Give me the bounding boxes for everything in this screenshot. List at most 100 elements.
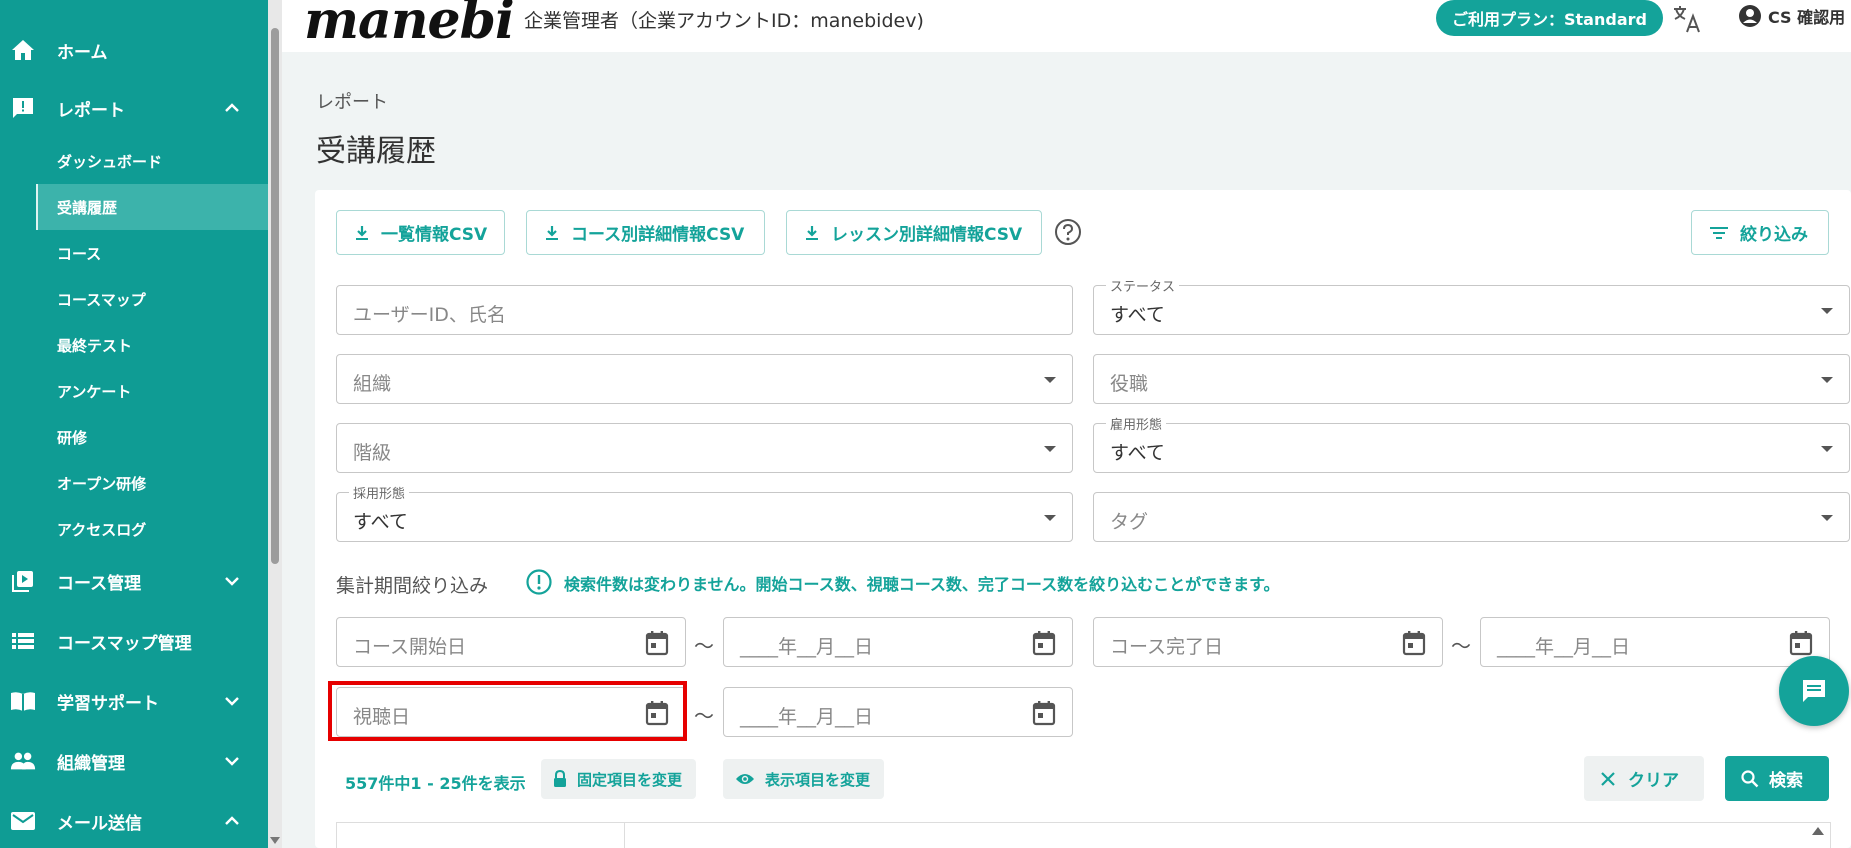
sidebar-item-label: レポート bbox=[57, 100, 125, 121]
report-icon bbox=[10, 95, 36, 121]
company-account: 企業管理者（企業アカウントID：manebidev) bbox=[524, 10, 924, 32]
sidebar-sub-open-training[interactable]: オープン研修 bbox=[0, 460, 268, 506]
sidebar-item-mail[interactable]: メール送信 bbox=[0, 793, 268, 848]
fixed-items-button[interactable]: 固定項目を変更 bbox=[541, 759, 697, 799]
home-icon bbox=[10, 37, 36, 63]
sidebar-item-home[interactable]: ホーム bbox=[0, 22, 268, 78]
highlight-box bbox=[328, 681, 687, 741]
hiring-type-select[interactable]: 採用形態 すべて bbox=[336, 483, 1073, 542]
course-start-date-end-input[interactable]: ____年__月__日 bbox=[723, 617, 1073, 667]
sidebar-item-label: コース管理 bbox=[57, 573, 142, 594]
sidebar-item-label: メール送信 bbox=[57, 813, 142, 834]
dropdown-arrow-icon bbox=[1044, 446, 1056, 452]
sidebar-sub-coursemap[interactable]: コースマップ bbox=[0, 276, 268, 322]
sidebar-sub-dashboard[interactable]: ダッシュボード bbox=[0, 138, 268, 184]
tag-select[interactable]: タグ bbox=[1093, 492, 1850, 542]
position-select[interactable]: 役職 bbox=[1093, 354, 1850, 404]
account-circle-icon bbox=[1739, 5, 1761, 27]
download-icon bbox=[356, 225, 368, 240]
sidebar-scrollbar[interactable] bbox=[268, 0, 282, 848]
chat-button[interactable] bbox=[1779, 656, 1849, 726]
course-complete-date-end-input[interactable]: ____年__月__日 bbox=[1480, 617, 1830, 667]
results-table bbox=[336, 822, 1831, 848]
user-name: CS 確認用 bbox=[1768, 8, 1846, 27]
calendar-icon[interactable] bbox=[1032, 630, 1056, 656]
help-icon[interactable] bbox=[1054, 218, 1082, 246]
translate-icon[interactable] bbox=[1672, 4, 1702, 34]
sidebar-item-label: 学習サポート bbox=[57, 693, 159, 714]
eye-icon bbox=[736, 774, 754, 784]
course-complete-date-input[interactable]: コース完了日 bbox=[1093, 617, 1443, 667]
filter-button[interactable]: 絞り込み bbox=[1691, 210, 1829, 255]
csv-list-button[interactable]: 一覧情報CSV bbox=[336, 210, 505, 255]
dropdown-arrow-icon bbox=[1821, 308, 1833, 314]
course-start-date-input[interactable]: コース開始日 bbox=[336, 617, 686, 667]
dropdown-arrow-icon bbox=[1821, 446, 1833, 452]
sidebar-sub-final-test[interactable]: 最終テスト bbox=[0, 322, 268, 368]
book-icon bbox=[10, 688, 36, 714]
range-separator: 〜 bbox=[694, 704, 714, 728]
display-items-button[interactable]: 表示項目を変更 bbox=[723, 759, 885, 799]
csv-course-button[interactable]: コース別詳細情報CSV bbox=[526, 210, 765, 255]
sidebar-sub-history[interactable]: 受講履歴 bbox=[36, 184, 268, 230]
sidebar-sub-survey[interactable]: アンケート bbox=[0, 368, 268, 414]
sidebar: ホーム レポート ダッシュボード 受講履歴 コース コースマップ 最終テスト ア… bbox=[0, 0, 268, 848]
download-icon bbox=[806, 225, 818, 240]
employment-type-select[interactable]: 雇用形態 すべて bbox=[1093, 414, 1850, 473]
calendar-icon[interactable] bbox=[1032, 700, 1056, 726]
sidebar-sub-course[interactable]: コース bbox=[0, 230, 268, 276]
status-select[interactable]: ステータス すべて bbox=[1093, 276, 1850, 335]
grade-select[interactable]: 階級 bbox=[336, 423, 1073, 473]
sidebar-item-label: 組織管理 bbox=[57, 753, 125, 774]
scroll-up-arrow-icon[interactable] bbox=[1812, 827, 1824, 835]
calendar-icon[interactable] bbox=[1402, 630, 1426, 656]
chevron-up-icon bbox=[225, 816, 239, 825]
dropdown-arrow-icon bbox=[1044, 515, 1056, 521]
sidebar-item-learning-support[interactable]: 学習サポート bbox=[0, 673, 268, 729]
search-icon bbox=[1741, 769, 1759, 787]
scrollbar-thumb[interactable] bbox=[271, 28, 279, 564]
sidebar-item-label: ホーム bbox=[57, 42, 108, 63]
dropdown-arrow-icon bbox=[1821, 377, 1833, 383]
plan-badge[interactable]: ご利用プラン：Standard bbox=[1436, 0, 1663, 36]
download-icon bbox=[546, 225, 558, 240]
user-search-input[interactable]: ユーザーID、氏名 bbox=[336, 285, 1073, 335]
chat-icon bbox=[1803, 680, 1825, 702]
people-icon bbox=[10, 748, 36, 774]
dropdown-arrow-icon bbox=[1044, 377, 1056, 383]
header: manebi 企業管理者（企業アカウントID：manebidev) ご利用プラン… bbox=[282, 0, 1851, 52]
search-button[interactable]: 検索 bbox=[1725, 756, 1829, 801]
scroll-down-arrow-icon[interactable] bbox=[270, 837, 280, 844]
result-count: 557件中1 - 25件を表示 bbox=[345, 774, 526, 793]
sidebar-item-coursemap-manage[interactable]: コースマップ管理 bbox=[0, 613, 268, 669]
table-column-divider bbox=[624, 823, 625, 848]
chevron-up-icon bbox=[225, 103, 239, 112]
chevron-down-icon bbox=[225, 577, 239, 586]
chevron-down-icon bbox=[225, 757, 239, 766]
chevron-down-icon bbox=[225, 697, 239, 706]
list-icon bbox=[10, 628, 36, 654]
close-icon bbox=[1601, 771, 1615, 786]
sidebar-item-org-manage[interactable]: 組織管理 bbox=[0, 733, 268, 789]
view-date-end-input[interactable]: ____年__月__日 bbox=[723, 687, 1073, 737]
sidebar-sub-training[interactable]: 研修 bbox=[0, 414, 268, 460]
logo: manebi bbox=[304, 0, 515, 51]
calendar-icon[interactable] bbox=[1789, 630, 1813, 656]
calendar-icon[interactable] bbox=[645, 630, 669, 656]
video-library-icon bbox=[10, 568, 36, 594]
lock-icon bbox=[554, 770, 566, 787]
organization-select[interactable]: 組織 bbox=[336, 354, 1073, 404]
sidebar-item-label: コースマップ管理 bbox=[57, 633, 192, 654]
period-filter-label: 集計期間絞り込み bbox=[336, 575, 489, 597]
sidebar-item-report[interactable]: レポート bbox=[0, 80, 268, 136]
mail-icon bbox=[10, 808, 36, 834]
user-menu[interactable]: CS 確認用 bbox=[1738, 4, 1845, 28]
filter-list-icon bbox=[1710, 226, 1728, 239]
csv-lesson-button[interactable]: レッスン別詳細情報CSV bbox=[786, 210, 1042, 255]
range-separator: 〜 bbox=[1451, 634, 1471, 658]
sidebar-item-course-manage[interactable]: コース管理 bbox=[0, 553, 268, 609]
sidebar-sub-access-log[interactable]: アクセスログ bbox=[0, 506, 268, 552]
breadcrumb: レポート bbox=[316, 92, 388, 113]
clear-button[interactable]: クリア bbox=[1584, 756, 1704, 801]
range-separator: 〜 bbox=[694, 634, 714, 658]
